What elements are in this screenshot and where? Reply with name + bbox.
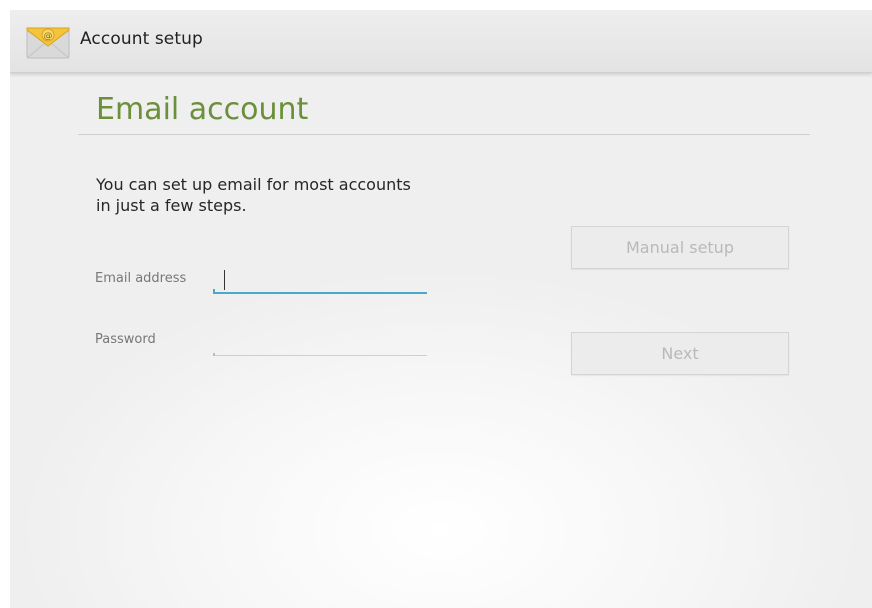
action-bar-title: Account setup (80, 29, 203, 49)
screen: @ Account setup Email account You can se… (10, 10, 872, 608)
email-address-underline (213, 292, 427, 294)
password-field-wrapper (213, 330, 427, 356)
password-underline (213, 355, 427, 356)
email-address-underline-tick (213, 289, 215, 294)
password-input[interactable] (213, 330, 427, 354)
email-address-input[interactable] (213, 268, 427, 292)
password-label: Password (95, 332, 156, 347)
password-underline-tick (213, 353, 215, 356)
email-address-field-wrapper (213, 268, 427, 294)
svg-text:@: @ (44, 32, 53, 42)
intro-text: You can set up email for most accounts i… (96, 175, 411, 215)
page-title: Email account (96, 92, 309, 127)
email-address-label: Email address (95, 271, 187, 286)
next-button[interactable]: Next (571, 332, 789, 375)
action-bar: @ Account setup (10, 10, 872, 73)
text-caret (224, 270, 225, 290)
manual-setup-button[interactable]: Manual setup (571, 226, 789, 269)
title-divider (78, 134, 810, 135)
email-app-icon[interactable]: @ (24, 22, 72, 62)
